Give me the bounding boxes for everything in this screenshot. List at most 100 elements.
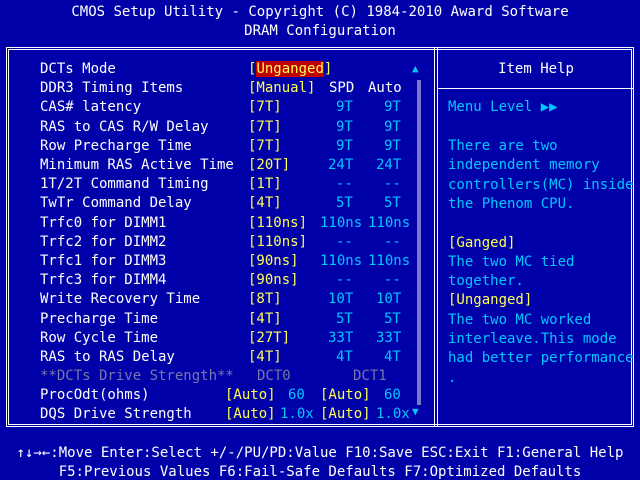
spd-value: 4T <box>336 349 353 365</box>
spd-value: 9T <box>336 118 353 135</box>
auto-value: -- <box>384 176 401 193</box>
setting-label: RAS to CAS R/W Delay <box>40 118 209 135</box>
auto-value: -- <box>384 233 401 250</box>
spd-value: 9T <box>336 99 353 116</box>
spd-value: -- <box>336 272 353 289</box>
selected-value-highlight[interactable]: Unganged <box>256 61 324 77</box>
procodt-dct1-value[interactable]: [Auto] <box>320 386 371 405</box>
setting-value[interactable]: [4T] <box>248 310 282 329</box>
auto-column-header: Auto <box>368 80 402 97</box>
dct1-header: DCT1 <box>353 368 387 384</box>
panel-divider <box>434 47 438 427</box>
setting-value[interactable]: [90ns] <box>248 252 299 271</box>
help-title: Item Help <box>498 61 574 77</box>
help-line: There are two <box>448 138 558 154</box>
dqs-dct1-value[interactable]: [Auto] <box>320 405 371 424</box>
setting-value[interactable]: [1T] <box>248 175 282 194</box>
spd-value: -- <box>336 233 353 250</box>
help-line: the Phenom CPU. <box>448 195 575 212</box>
help-line: interleave.This mode <box>448 331 617 347</box>
help-line: independent memory <box>448 157 600 174</box>
footer-keys-line1: ↑↓→←:Move Enter:Select +/-/PU/PD:Value F… <box>16 445 624 461</box>
dqs-dct1-current: 1.0x <box>376 406 410 422</box>
spd-value: 10T <box>328 291 354 308</box>
setting-label: Write Recovery Time <box>40 291 201 308</box>
help-line: together. <box>448 273 524 290</box>
help-line: controllers(MC) inside <box>448 176 634 193</box>
setting-value[interactable]: [4T] <box>248 194 282 213</box>
auto-value: 5T <box>384 195 401 212</box>
setting-label: TwTr Command Delay <box>40 195 192 212</box>
setting-label: Row Precharge Time <box>40 137 192 154</box>
help-line: had better performance <box>448 350 634 367</box>
footer-keys-line2: F5:Previous Values F6:Fail-Safe Defaults… <box>58 464 582 480</box>
procodt-dct0-current: 60 <box>288 387 305 403</box>
spd-column-header: SPD <box>329 80 355 97</box>
scroll-down-icon[interactable]: ▼ <box>412 405 419 418</box>
setting-label: DDR3 Timing Items <box>40 80 184 97</box>
auto-value: 9T <box>384 99 401 116</box>
setting-value[interactable]: [7T] <box>248 137 282 156</box>
setting-label: RAS to RAS Delay <box>40 349 175 365</box>
page-title: DRAM Configuration <box>244 23 396 39</box>
menu-level: Menu Level ▶▶ <box>448 99 558 115</box>
help-line: [Unganged] <box>448 292 533 309</box>
spd-value: -- <box>336 176 353 193</box>
procodt-dct0-value[interactable]: [Auto] <box>225 386 276 405</box>
auto-value: 24T <box>376 157 402 173</box>
setting-value[interactable]: [90ns] <box>248 271 299 290</box>
help-line: The two MC worked <box>448 311 592 328</box>
auto-value: 110ns <box>368 214 411 231</box>
setting-label: DQS Drive Strength <box>40 406 192 422</box>
setting-label: Row Cycle Time <box>40 329 159 346</box>
spd-value: 5T <box>336 310 353 327</box>
help-separator <box>438 88 634 89</box>
spd-value: 33T <box>328 329 354 346</box>
dqs-dct0-current: 1.0x <box>280 406 314 422</box>
dct0-header: DCT0 <box>257 368 291 384</box>
help-line: The two MC tied <box>448 253 575 270</box>
spd-value: 24T <box>328 157 354 173</box>
dqs-dct0-value[interactable]: [Auto] <box>225 405 276 424</box>
setting-label: DCTs Mode <box>40 61 116 77</box>
auto-value: 33T <box>376 329 402 346</box>
procodt-dct1-current: 60 <box>384 387 401 403</box>
auto-value: 110ns <box>368 253 411 269</box>
setting-label: 1T/2T Command Timing <box>40 176 209 193</box>
spd-value: 5T <box>336 195 353 212</box>
app-title: CMOS Setup Utility - Copyright (C) 1984-… <box>71 4 569 20</box>
auto-value: 9T <box>384 118 401 135</box>
scrollbar-track[interactable] <box>417 80 421 405</box>
setting-label: Trfc2 for DIMM2 <box>40 233 167 250</box>
setting-label: Trfc1 for DIMM3 <box>40 253 167 269</box>
setting-value[interactable]: [27T] <box>248 329 290 348</box>
setting-label: Trfc3 for DIMM4 <box>40 272 167 289</box>
help-line: . <box>448 369 457 386</box>
auto-value: 10T <box>376 291 402 308</box>
setting-value[interactable]: [7T] <box>248 98 282 117</box>
spd-value: 110ns <box>320 253 363 269</box>
setting-value[interactable]: [4T] <box>248 348 282 367</box>
setting-value[interactable]: [Unganged] <box>248 60 332 79</box>
scrollbar[interactable] <box>414 80 424 405</box>
setting-label: Precharge Time <box>40 310 159 327</box>
setting-value[interactable]: [7T] <box>248 118 282 137</box>
auto-value: 9T <box>384 137 401 154</box>
setting-label: CAS# latency <box>40 99 142 116</box>
section-label: **DCTs Drive Strength** <box>40 368 234 384</box>
setting-label: Trfc0 for DIMM1 <box>40 214 167 231</box>
setting-value[interactable]: [110ns] <box>248 214 307 233</box>
spd-value: 110ns <box>320 214 363 231</box>
spd-value: 9T <box>336 137 353 154</box>
help-line: [Ganged] <box>448 234 516 251</box>
setting-value[interactable]: [8T] <box>248 290 282 309</box>
setting-value[interactable]: [110ns] <box>248 233 307 252</box>
setting-value[interactable]: [20T] <box>248 156 290 175</box>
setting-value[interactable]: [Manual] <box>248 79 315 98</box>
setting-label: Minimum RAS Active Time <box>40 157 234 173</box>
auto-value: 4T <box>384 349 401 365</box>
auto-value: -- <box>384 272 401 289</box>
scroll-up-icon[interactable]: ▲ <box>412 62 419 75</box>
setting-label: ProcOdt(ohms) <box>40 387 150 403</box>
auto-value: 5T <box>384 310 401 327</box>
